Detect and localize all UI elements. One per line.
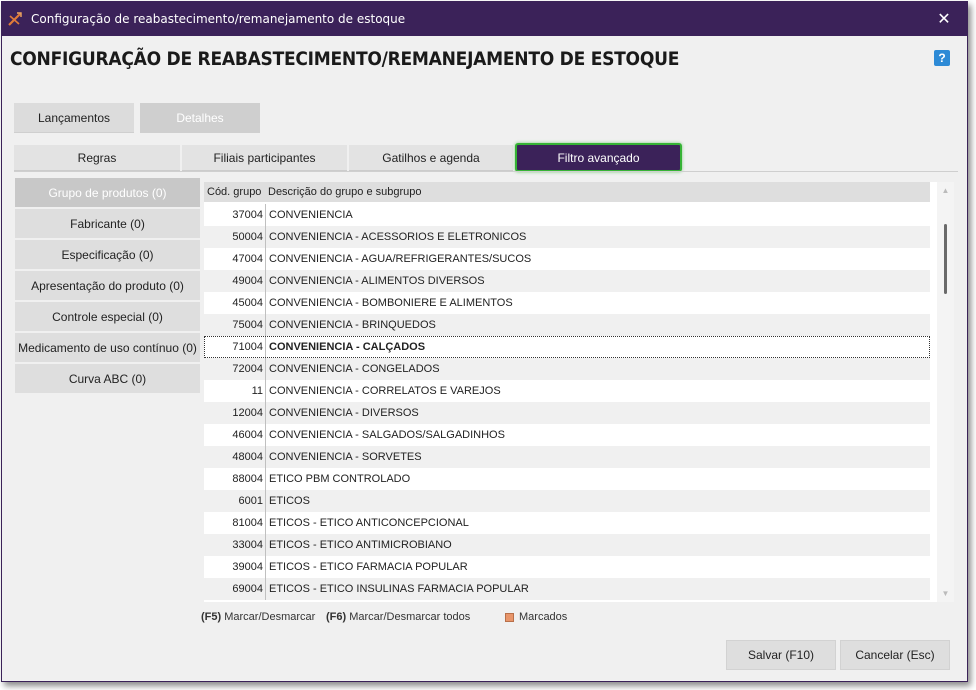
cell-code: 11 <box>251 385 263 397</box>
subtabs-divider <box>14 171 958 172</box>
hint-f6-key: (F6) <box>326 611 347 623</box>
cell-code: 12004 <box>232 407 263 419</box>
subtab-filiais-participantes[interactable]: Filiais participantes <box>182 145 347 171</box>
cell-description: CONVENIENCIA - CORRELATOS E VAREJOS <box>269 385 501 397</box>
table-row[interactable]: 71004 CONVENIENCIA - CALÇADOS <box>204 336 930 358</box>
app-logo-icon <box>7 11 23 27</box>
scroll-down-icon[interactable]: ▼ <box>941 589 950 598</box>
cell-description: CONVENIENCIA - AGUA/REFRIGERANTES/SUCOS <box>269 253 532 265</box>
table-row[interactable]: 45004 CONVENIENCIA - BOMBONIERE E ALIMENT… <box>204 292 930 314</box>
cell-code: 33004 <box>232 539 263 551</box>
cell-description: ETICOS - ETICO INSULINAS FARMACIA POPULA… <box>269 583 529 595</box>
cell-description: ETICOS - ETICO ANTICONCEPCIONAL <box>269 517 469 529</box>
cell-description: ETICOS - ETICO ANTIMICROBIANO <box>269 539 452 551</box>
table-row[interactable]: 75004 CONVENIENCIA - BRINQUEDOS <box>204 314 930 336</box>
table-row[interactable]: 49004 CONVENIENCIA - ALIMENTOS DIVERSOS <box>204 270 930 292</box>
cell-description: CONVENIENCIA - CONGELADOS <box>269 363 440 375</box>
sidebar-item-controle-especial[interactable]: Controle especial (0) <box>15 302 200 331</box>
table-row[interactable]: 81004 ETICOS - ETICO ANTICONCEPCIONAL <box>204 512 930 534</box>
cell-description: CONVENIENCIA - DIVERSOS <box>269 407 419 419</box>
table-row[interactable]: 6001 ETICOS <box>204 490 930 512</box>
legend-marcados: Marcados <box>519 611 568 623</box>
cell-description: CONVENIENCIA - SALGADOS/SALGADINHOS <box>269 429 505 441</box>
cell-code: 75004 <box>232 319 263 331</box>
cell-description: ETICO PBM CONTROLADO <box>269 473 411 485</box>
scroll-up-icon[interactable]: ▲ <box>941 186 950 195</box>
cell-code: 72004 <box>232 363 263 375</box>
table-row[interactable]: 46004 CONVENIENCIA - SALGADOS/SALGADINHOS <box>204 424 930 446</box>
tab-detalhes[interactable]: Detalhes <box>140 103 260 133</box>
sidebar-item-apresentacao[interactable]: Apresentação do produto (0) <box>15 271 200 300</box>
cell-code: 39004 <box>232 561 263 573</box>
subtab-regras[interactable]: Regras <box>14 145 180 171</box>
table-row[interactable]: 50004 CONVENIENCIA - ACESSORIOS E ELETRON… <box>204 226 930 248</box>
grid-scrollbar[interactable]: ▲ ▼ <box>937 182 954 602</box>
help-icon[interactable]: ? <box>934 50 950 66</box>
cell-description: CONVENIENCIA <box>269 209 353 221</box>
marked-legend-swatch <box>505 613 514 622</box>
cell-description: CONVENIENCIA - CALÇADOS <box>269 341 426 353</box>
column-header-code[interactable]: Cód. grupo <box>204 186 265 198</box>
window-title: Configuração de reabastecimento/remaneja… <box>31 12 406 26</box>
sidebar-item-grupo-produtos[interactable]: Grupo de produtos (0) <box>15 178 200 207</box>
cell-code: 46004 <box>232 429 263 441</box>
cell-code: 45004 <box>232 297 263 309</box>
cell-description: ETICOS <box>269 495 310 507</box>
table-row[interactable]: 48004 CONVENIENCIA - SORVETES <box>204 446 930 468</box>
cell-description: CONVENIENCIA - BOMBONIERE E ALIMENTOS <box>269 297 513 309</box>
table-row[interactable]: 39004 ETICOS - ETICO FARMACIA POPULAR <box>204 556 930 578</box>
grid-rows: 37004 CONVENIENCIA 50004 CONVENIENCIA - ACE… <box>204 204 930 600</box>
cell-description: ETICOS - ETICO FARMACIA POPULAR <box>269 561 468 573</box>
sidebar-item-curva-abc[interactable]: Curva ABC (0) <box>15 364 200 393</box>
cell-description: CONVENIENCIA - ACESSORIOS E ELETRONICOS <box>269 231 527 243</box>
cancel-button[interactable]: Cancelar (Esc) <box>840 640 950 670</box>
hint-f6-label: Marcar/Desmarcar todos <box>349 611 471 623</box>
cell-code: 47004 <box>232 253 263 265</box>
dialog-window: Configuração de reabastecimento/remaneja… <box>1 1 968 682</box>
cell-description: CONVENIENCIA - BRINQUEDOS <box>269 319 436 331</box>
table-row[interactable]: 47004 CONVENIENCIA - AGUA/REFRIGERANTES/S… <box>204 248 930 270</box>
hint-f5: (F5) Marcar/Desmarcar <box>201 611 315 623</box>
column-header-description[interactable]: Descrição do grupo e subgrupo <box>265 186 421 198</box>
tab-lancamentos[interactable]: Lançamentos <box>14 103 134 133</box>
cell-code: 71004 <box>232 341 263 353</box>
scroll-thumb[interactable] <box>944 224 947 294</box>
groups-grid: Cód. grupo Descrição do grupo e subgrupo… <box>204 182 954 602</box>
table-row[interactable]: 69004 ETICOS - ETICO INSULINAS FARMACIA P… <box>204 578 930 600</box>
sidebar-item-fabricante[interactable]: Fabricante (0) <box>15 209 200 238</box>
subtab-filtro-avancado[interactable]: Filtro avançado <box>515 143 682 172</box>
sidebar-item-especificacao[interactable]: Especificação (0) <box>15 240 200 269</box>
cell-code: 50004 <box>232 231 263 243</box>
cell-code: 88004 <box>232 473 263 485</box>
close-icon[interactable]: ✕ <box>935 10 953 28</box>
table-row[interactable]: 88004 ETICO PBM CONTROLADO <box>204 468 930 490</box>
save-button[interactable]: Salvar (F10) <box>726 640 836 670</box>
title-bar: Configuração de reabastecimento/remaneja… <box>2 2 967 36</box>
cell-code: 37004 <box>232 209 263 221</box>
table-row[interactable]: 33004 ETICOS - ETICO ANTIMICROBIANO <box>204 534 930 556</box>
sidebar-item-medicamento-uso-continuo[interactable]: Medicamento de uso contínuo (0) <box>15 333 200 362</box>
grid-header: Cód. grupo Descrição do grupo e subgrupo <box>204 182 930 202</box>
table-row[interactable]: 11 CONVENIENCIA - CORRELATOS E VAREJOS <box>204 380 930 402</box>
hint-f6: (F6) Marcar/Desmarcar todos <box>326 611 470 623</box>
table-row[interactable]: 37004 CONVENIENCIA <box>204 204 930 226</box>
hint-f5-key: (F5) <box>201 611 222 623</box>
subtab-gatilhos-agenda[interactable]: Gatilhos e agenda <box>349 145 513 171</box>
cell-description: CONVENIENCIA - ALIMENTOS DIVERSOS <box>269 275 485 287</box>
cell-code: 69004 <box>232 583 263 595</box>
cell-code: 49004 <box>232 275 263 287</box>
cell-code: 81004 <box>232 517 263 529</box>
table-row[interactable]: 12004 CONVENIENCIA - DIVERSOS <box>204 402 930 424</box>
cell-description: CONVENIENCIA - SORVETES <box>269 451 422 463</box>
table-row[interactable]: 72004 CONVENIENCIA - CONGELADOS <box>204 358 930 380</box>
page-title: CONFIGURAÇÃO DE REABASTECIMENTO/REMANEJA… <box>10 48 680 70</box>
cell-code: 6001 <box>238 495 263 507</box>
cell-code: 48004 <box>232 451 263 463</box>
hint-f5-label: Marcar/Desmarcar <box>224 611 316 623</box>
